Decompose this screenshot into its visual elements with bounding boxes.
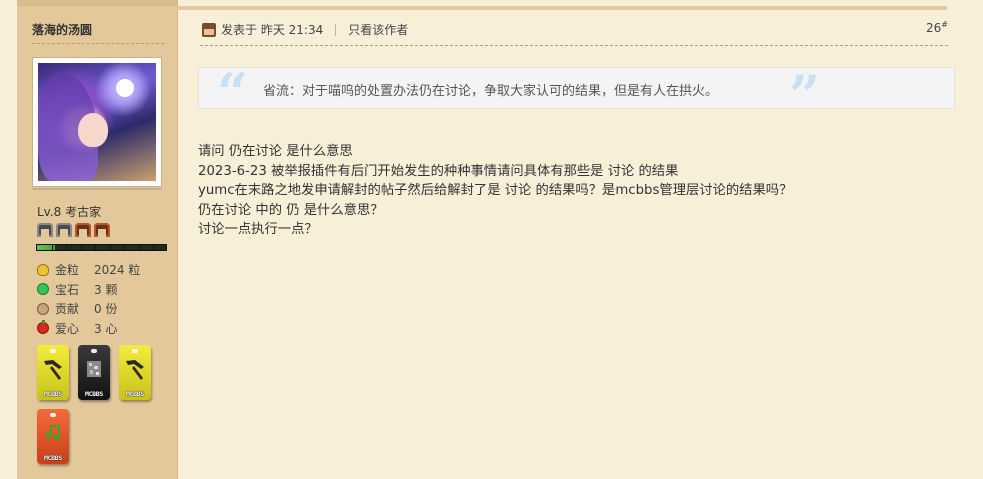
author-sidebar: 落海的汤圆 Lv.8 考古家 金粒 2024 粒 宝石 3 颗 贡献 0 份 爱… (17, 0, 178, 479)
divider (32, 188, 162, 190)
medal-tag: MCBBS (125, 390, 145, 398)
medal[interactable]: MCBBS (37, 345, 69, 400)
author-username[interactable]: 落海的汤圆 (32, 21, 92, 38)
apple-heart-icon (37, 320, 49, 335)
pickaxe-icon (126, 360, 144, 380)
separator (335, 23, 337, 36)
close-quote-icon: ” (789, 63, 821, 127)
quote-block: “ 省流：对于喵呜的处置办法仍在讨论，争取大家认可的结果，但是有人在拱火。 ” (198, 66, 955, 122)
stat-gems: 宝石 3 颗 (37, 280, 140, 300)
contribution-icon (37, 302, 49, 315)
stat-label: 贡献 (55, 302, 80, 317)
sidebar-top-border (17, 0, 177, 6)
leather-helmet-icon (94, 223, 110, 237)
stat-gold: 金粒 2024 粒 (37, 260, 140, 280)
experience-bar-segment (80, 245, 82, 250)
pickaxe-icon (44, 360, 62, 380)
medal-hole (50, 349, 56, 353)
stat-value: 2024 粒 (94, 263, 141, 278)
ore-icon (87, 361, 101, 377)
stat-love: 爱心 3 心 (37, 319, 140, 339)
medal-tag: MCBBS (43, 454, 63, 462)
avatar-art (78, 113, 108, 147)
open-quote-icon: “ (217, 61, 249, 125)
experience-bar (36, 244, 167, 251)
divider (32, 43, 164, 44)
stat-value: 3 颗 (94, 282, 118, 297)
emerald-icon (37, 283, 49, 296)
post-body-line: 2023-6-23 被举报插件有后门开始发生的种种事情请问具体有那些是 讨论 的… (198, 163, 679, 179)
post-timestamp: 发表于 昨天 21:34 (221, 23, 324, 37)
medal-tag: MCBBS (43, 390, 63, 398)
iron-helmet-icon (37, 223, 53, 237)
medal[interactable]: MCBBS (37, 409, 69, 464)
medal[interactable]: MCBBS (78, 345, 110, 400)
medal-hole (91, 349, 97, 353)
stat-label: 金粒 (55, 263, 80, 278)
stat-value: 3 心 (94, 321, 118, 336)
floor-number: 26 (926, 21, 942, 35)
page-margin (0, 0, 17, 479)
medal[interactable]: MCBBS (119, 345, 151, 400)
post-body-line: 仍在讨论 中的 仍 是什么意思？ (198, 202, 384, 218)
post-floor-number[interactable]: 26# (926, 20, 948, 35)
post-body-line: yumc在末路之地发申请解封的帖子然后给解封了是 讨论 的结果吗？是mcbbs管… (198, 183, 793, 198)
medal-hole (50, 413, 56, 417)
gold-nugget-icon (37, 263, 49, 276)
experience-bar-segment (153, 245, 154, 250)
only-author-link[interactable]: 只看该作者 (348, 21, 408, 38)
avatar[interactable] (38, 63, 156, 181)
quote-text: 省流：对于喵呜的处置办法仍在讨论，争取大家认可的结果，但是有人在拱火。 (263, 84, 719, 99)
post-body: 请问 仍在讨论 是什么意思 2023-6-23 被举报插件有后门开始发生的种种事… (198, 142, 792, 240)
stat-label: 爱心 (55, 321, 80, 336)
avatar-frame[interactable] (32, 57, 162, 187)
experience-bar-segment (109, 245, 111, 250)
stat-label: 宝石 (55, 282, 80, 297)
medal-hole (132, 349, 138, 353)
music-note-icon (46, 425, 60, 440)
iron-helmet-icon (56, 223, 72, 237)
experience-bar-segment (138, 245, 140, 250)
experience-bar-segment (124, 245, 125, 250)
experience-bar-segment (95, 245, 96, 250)
stat-contribution: 贡献 0 份 (37, 299, 140, 319)
post-body-line: 请问 仍在讨论 是什么意思 (198, 144, 353, 159)
user-level[interactable]: Lv.8 考古家 (37, 203, 101, 220)
floor-mark: # (941, 20, 948, 29)
post-top-border (177, 6, 947, 10)
user-stats: 金粒 2024 粒 宝石 3 颗 贡献 0 份 爱心 3 心 (37, 260, 140, 338)
post-body-line: 讨论一点执行一点？ (198, 222, 318, 237)
medal-tag: MCBBS (84, 390, 104, 398)
experience-bar-segment (51, 245, 53, 250)
experience-bar-segment (66, 245, 67, 250)
stat-value: 0 份 (94, 302, 118, 317)
level-helmets (37, 223, 110, 237)
divider (200, 45, 948, 46)
avatar-art (116, 79, 134, 97)
author-online-icon (202, 22, 216, 37)
leather-helmet-icon (75, 223, 91, 237)
post-meta: 发表于 昨天 21:34 只看该作者 (202, 21, 408, 38)
